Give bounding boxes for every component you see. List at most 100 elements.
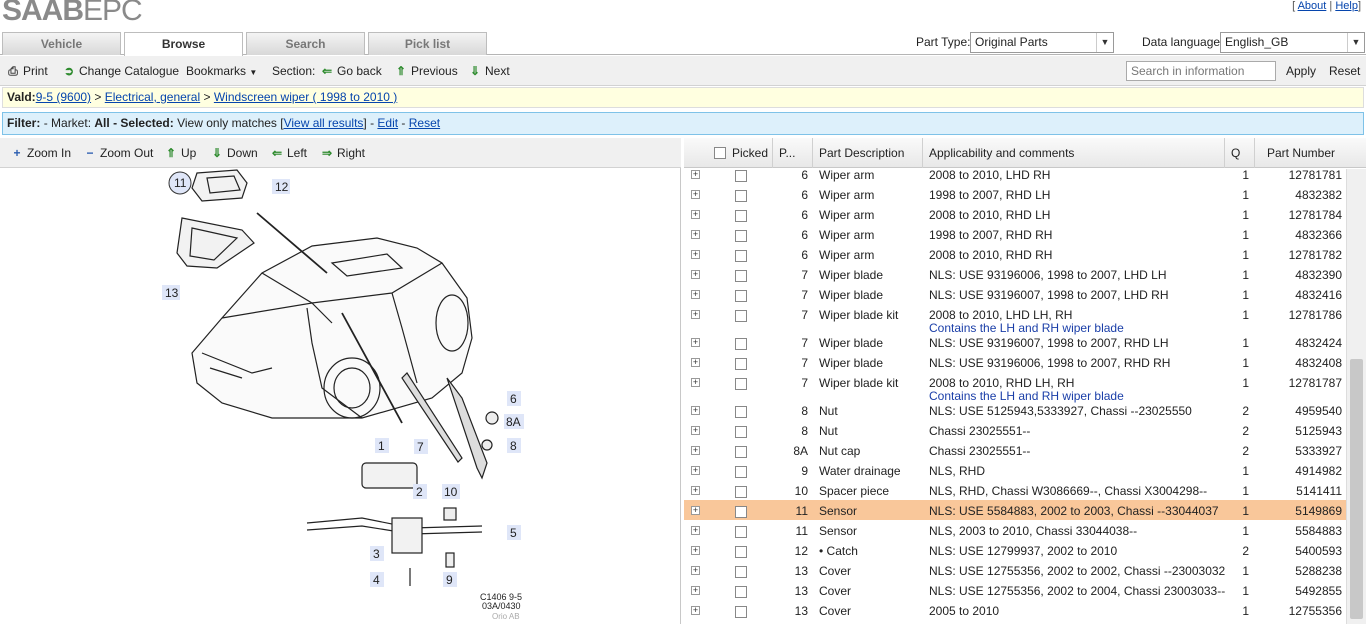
header-part-description[interactable]: Part Description xyxy=(812,138,922,168)
table-row[interactable]: +13 Cover NLS: USE 12755356, 2002 to 2004,… xyxy=(684,580,1346,600)
help-link[interactable]: Help xyxy=(1335,0,1358,12)
table-row[interactable]: +7 Wiper blade NLS: USE 93196006, 1998 to … xyxy=(684,264,1346,284)
table-row[interactable]: +8A Nut cap Chassi 23025551-- 2 5333927 xyxy=(684,440,1346,460)
tab-vehicle[interactable]: Vehicle xyxy=(2,32,121,55)
pan-up-button[interactable]: ⇑ Up xyxy=(164,146,196,160)
table-row[interactable]: +7 Wiper blade kit 2008 to 2010, RHD LH, R… xyxy=(684,372,1346,403)
pick-checkbox[interactable] xyxy=(735,446,747,458)
table-row[interactable]: +9 Water drainage NLS, RHD 1 4914982 xyxy=(684,460,1346,480)
pick-checkbox[interactable] xyxy=(735,310,747,322)
bookmarks-menu[interactable]: Bookmarks ▼ xyxy=(186,64,257,78)
expand-icon[interactable]: + xyxy=(691,446,700,455)
change-catalogue-button[interactable]: ➲ Change Catalogue xyxy=(62,64,179,78)
header-picked[interactable]: Picked xyxy=(708,138,768,168)
filter-edit-link[interactable]: Edit xyxy=(377,116,398,130)
expand-icon[interactable]: + xyxy=(691,170,700,179)
tab-browse[interactable]: Browse xyxy=(124,32,243,56)
expand-icon[interactable]: + xyxy=(691,290,700,299)
pick-checkbox[interactable] xyxy=(735,406,747,418)
breadcrumb-section[interactable]: Windscreen wiper ( 1998 to 2010 ) xyxy=(214,90,397,104)
expand-icon[interactable]: + xyxy=(691,566,700,575)
table-row[interactable]: +12 • Catch NLS: USE 12799937, 2002 to 201… xyxy=(684,540,1346,560)
table-row[interactable]: +6 Wiper arm 2008 to 2010, RHD LH 1 12781784 xyxy=(684,204,1346,224)
pick-checkbox[interactable] xyxy=(735,250,747,262)
apply-button[interactable]: Apply xyxy=(1286,64,1316,78)
table-row[interactable]: +7 Wiper blade NLS: USE 93196006, 1998 to … xyxy=(684,352,1346,372)
tab-search[interactable]: Search xyxy=(246,32,365,55)
expand-icon[interactable]: + xyxy=(691,310,700,319)
table-row[interactable]: +13 Cover NLS: USE 12755356, 2002 to 2002,… xyxy=(684,560,1346,580)
expand-icon[interactable]: + xyxy=(691,190,700,199)
header-part-number[interactable]: Part Number xyxy=(1254,138,1346,168)
expand-icon[interactable]: + xyxy=(691,250,700,259)
pick-checkbox[interactable] xyxy=(735,506,747,518)
table-row[interactable]: +10 Spacer piece NLS, RHD, Chassi W3086669… xyxy=(684,480,1346,500)
expand-icon[interactable]: + xyxy=(691,210,700,219)
parts-diagram[interactable]: 11 12 13 6 8A 1 7 8 2 10 5 3 4 9 C1406 9… xyxy=(162,168,526,624)
pick-checkbox[interactable] xyxy=(735,170,747,182)
table-row[interactable]: +6 Wiper arm 1998 to 2007, RHD RH 1 4832366 xyxy=(684,224,1346,244)
pick-checkbox[interactable] xyxy=(735,378,747,390)
expand-icon[interactable]: + xyxy=(691,526,700,535)
scrollbar-thumb[interactable] xyxy=(1350,359,1363,619)
table-row[interactable]: +8 Nut Chassi 23025551-- 2 5125943 xyxy=(684,420,1346,440)
table-row[interactable]: +7 Wiper blade NLS: USE 93196007, 1998 to … xyxy=(684,284,1346,304)
expand-icon[interactable]: + xyxy=(691,506,700,515)
table-row[interactable]: +8 Nut NLS: USE 5125943,5333927, Chassi --… xyxy=(684,400,1346,420)
next-button[interactable]: ⇓ Next xyxy=(468,64,510,78)
pan-right-button[interactable]: ⇒ Right xyxy=(320,146,365,160)
search-input[interactable]: Search in information xyxy=(1126,61,1276,81)
table-row[interactable]: +11 Sensor NLS, 2003 to 2010, Chassi 33044… xyxy=(684,520,1346,540)
expand-icon[interactable]: + xyxy=(691,546,700,555)
expand-icon[interactable]: + xyxy=(691,406,700,415)
pick-checkbox[interactable] xyxy=(735,270,747,282)
pick-checkbox[interactable] xyxy=(735,230,747,242)
pick-checkbox[interactable] xyxy=(735,190,747,202)
pick-checkbox[interactable] xyxy=(735,526,747,538)
pick-checkbox[interactable] xyxy=(735,426,747,438)
expand-icon[interactable]: + xyxy=(691,486,700,495)
reset-button[interactable]: Reset xyxy=(1329,64,1360,78)
table-row[interactable]: +7 Wiper blade kit 2008 to 2010, LHD LH, R… xyxy=(684,304,1346,335)
tab-pick-list[interactable]: Pick list xyxy=(368,32,487,55)
header-position[interactable]: P... xyxy=(772,138,812,168)
pick-checkbox[interactable] xyxy=(735,566,747,578)
breadcrumb-model[interactable]: 9-5 (9600) xyxy=(36,90,91,104)
zoom-out-button[interactable]: − Zoom Out xyxy=(83,146,153,160)
data-language-select[interactable]: English_GB ▼ xyxy=(1220,32,1365,53)
about-link[interactable]: About xyxy=(1298,0,1327,12)
pick-checkbox[interactable] xyxy=(735,606,747,618)
pick-checkbox[interactable] xyxy=(735,338,747,350)
header-applicability[interactable]: Applicability and comments xyxy=(922,138,1224,168)
pick-checkbox[interactable] xyxy=(735,546,747,558)
pick-checkbox[interactable] xyxy=(735,290,747,302)
filter-reset-link[interactable]: Reset xyxy=(409,116,440,130)
vertical-scrollbar[interactable] xyxy=(1346,169,1366,624)
table-row[interactable]: +7 Wiper blade NLS: USE 93196007, 1998 to … xyxy=(684,332,1346,352)
pick-checkbox[interactable] xyxy=(735,486,747,498)
select-all-checkbox[interactable] xyxy=(714,147,726,159)
expand-icon[interactable]: + xyxy=(691,270,700,279)
table-row[interactable]: +6 Wiper arm 1998 to 2007, RHD LH 1 4832382 xyxy=(684,184,1346,204)
go-back-button[interactable]: ⇐ Go back xyxy=(320,64,382,78)
expand-icon[interactable]: + xyxy=(691,338,700,347)
pick-checkbox[interactable] xyxy=(735,586,747,598)
previous-button[interactable]: ⇑ Previous xyxy=(394,64,458,78)
table-row[interactable]: +13 Cover 2005 to 2010 1 12755356 xyxy=(684,600,1346,620)
expand-icon[interactable]: + xyxy=(691,230,700,239)
pick-checkbox[interactable] xyxy=(735,466,747,478)
expand-icon[interactable]: + xyxy=(691,426,700,435)
expand-icon[interactable]: + xyxy=(691,358,700,367)
view-all-results-link[interactable]: View all results xyxy=(284,116,364,130)
print-button[interactable]: ⎙ Print xyxy=(6,64,48,79)
zoom-in-button[interactable]: + Zoom In xyxy=(10,146,71,160)
expand-icon[interactable]: + xyxy=(691,606,700,615)
table-row[interactable]: +6 Wiper arm 2008 to 2010, LHD RH 1 12781781 xyxy=(684,169,1346,184)
header-quantity[interactable]: Q xyxy=(1224,138,1254,168)
pick-checkbox[interactable] xyxy=(735,358,747,370)
part-type-select[interactable]: Original Parts ▼ xyxy=(970,32,1114,53)
table-row[interactable]: +11 Sensor NLS: USE 5584883, 2002 to 2003,… xyxy=(684,500,1346,520)
breadcrumb-group[interactable]: Electrical, general xyxy=(105,90,200,104)
expand-icon[interactable]: + xyxy=(691,466,700,475)
expand-icon[interactable]: + xyxy=(691,378,700,387)
